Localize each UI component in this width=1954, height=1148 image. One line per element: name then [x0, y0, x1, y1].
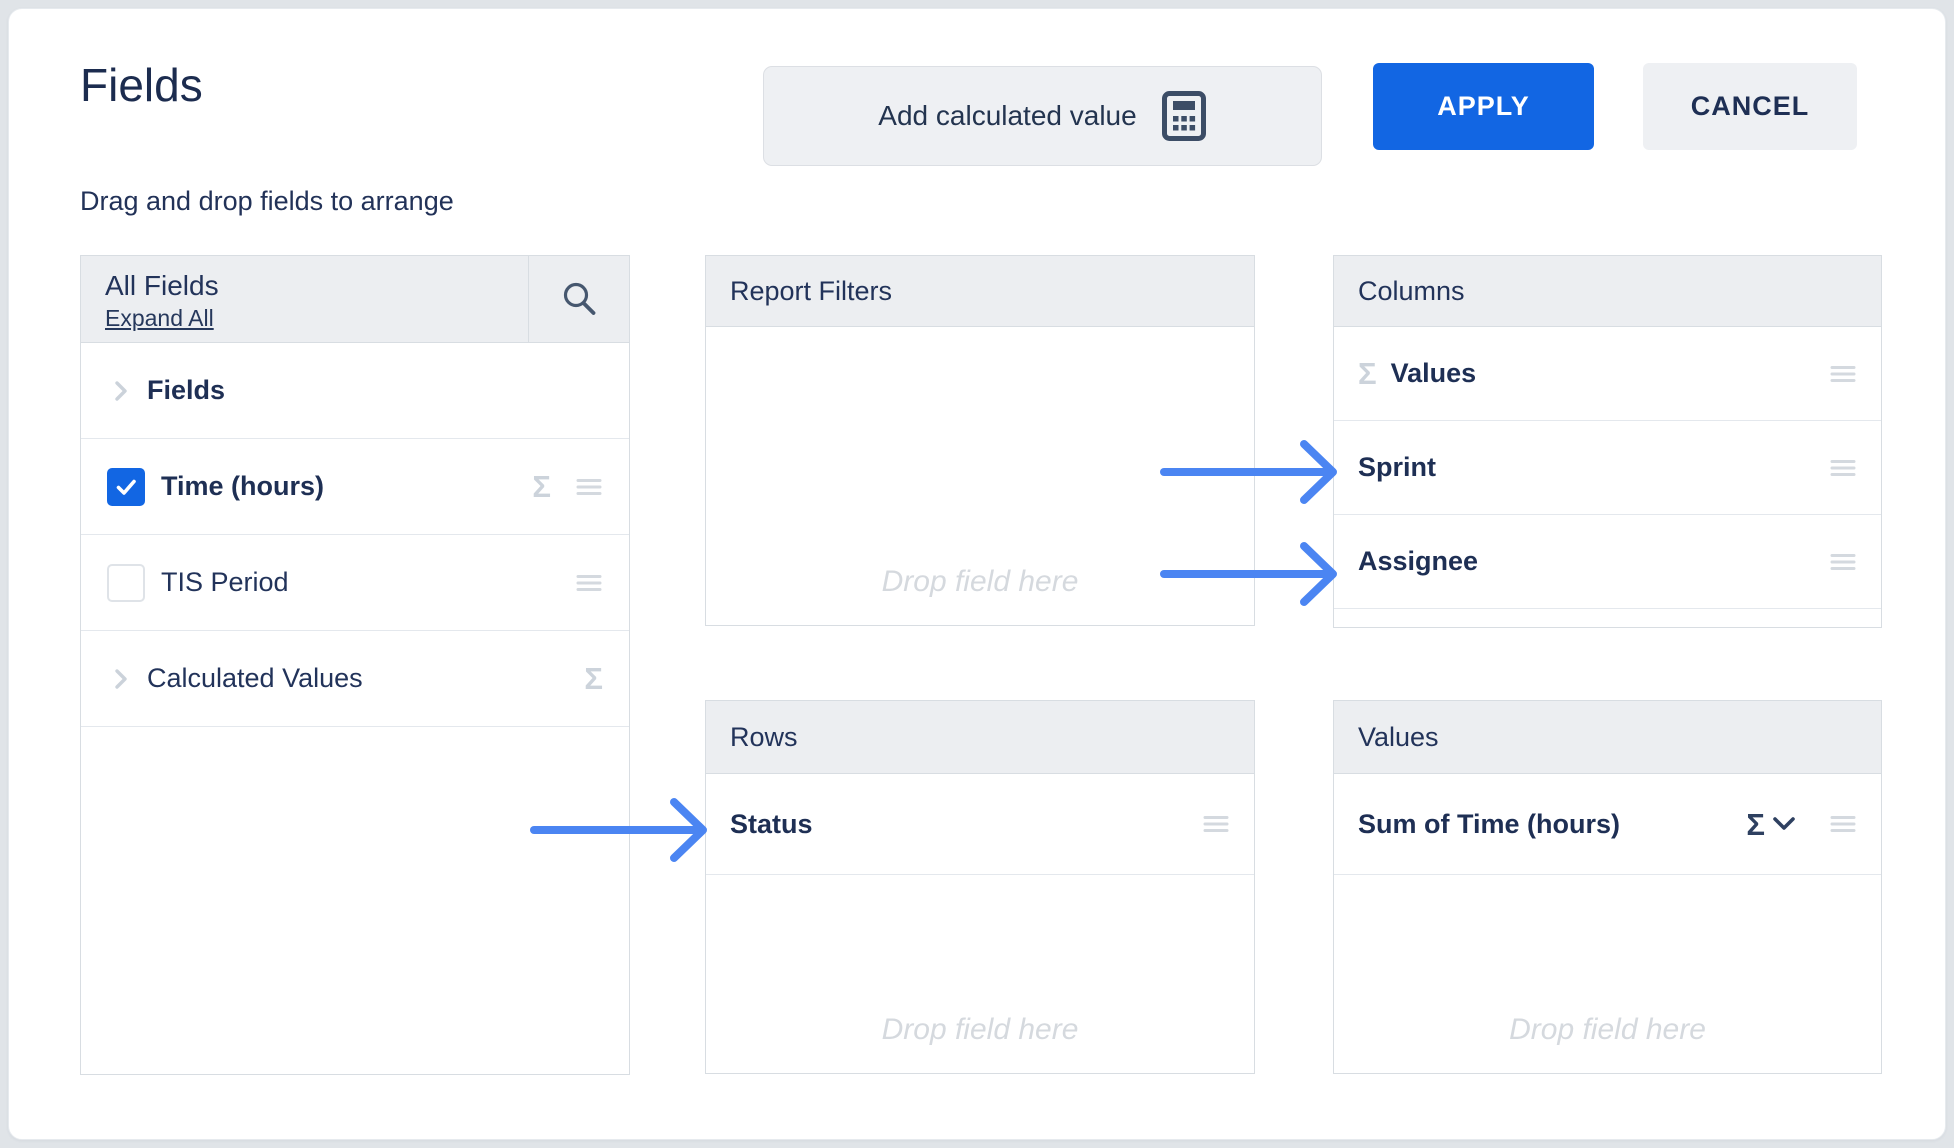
add-calculated-value-button[interactable]: Add calculated value — [763, 66, 1322, 166]
cancel-button[interactable]: CANCEL — [1643, 63, 1857, 150]
all-fields-list: Fields Time (hours) Σ TIS Period — [81, 343, 629, 1074]
drag-handle-icon[interactable] — [1202, 814, 1230, 834]
column-item-assignee[interactable]: Assignee — [1334, 515, 1881, 609]
apply-button[interactable]: APPLY — [1373, 63, 1594, 150]
arrow-to-assignee-icon — [1158, 534, 1338, 614]
sigma-icon[interactable]: Σ — [584, 663, 603, 694]
columns-title: Columns — [1358, 276, 1465, 307]
column-item-label: Sprint — [1358, 452, 1436, 483]
add-calculated-value-label: Add calculated value — [878, 100, 1136, 132]
sigma-icon: Σ — [1358, 358, 1377, 389]
values-panel: Values Sum of Time (hours) Σ Drop field … — [1333, 700, 1882, 1074]
fields-configuration-dialog: Fields Drag and drop fields to arrange A… — [0, 0, 1954, 1148]
drop-field-placeholder: Drop field here — [1334, 1013, 1881, 1047]
arrow-to-status-icon — [528, 790, 708, 870]
drag-handle-icon[interactable] — [1829, 814, 1857, 834]
column-item-sprint[interactable]: Sprint — [1334, 421, 1881, 515]
drag-handle-icon[interactable] — [1829, 458, 1857, 478]
value-item-sum-of-time-hours[interactable]: Sum of Time (hours) Σ — [1334, 774, 1881, 875]
value-item-label: Sum of Time (hours) — [1358, 809, 1620, 840]
page-title: Fields — [80, 58, 203, 112]
field-item-label: TIS Period — [161, 567, 289, 598]
checkbox-checked[interactable] — [107, 468, 145, 506]
columns-header: Columns — [1334, 256, 1881, 327]
check-icon — [113, 474, 139, 500]
rows-panel: Rows Status Drop field here — [705, 700, 1255, 1074]
drag-handle-icon[interactable] — [575, 573, 603, 593]
calculator-icon — [1161, 90, 1207, 142]
rows-header: Rows — [706, 701, 1254, 774]
report-filters-header: Report Filters — [706, 256, 1254, 327]
all-fields-panel: All Fields Expand All Fields — [80, 255, 630, 1075]
expand-all-link[interactable]: Expand All — [105, 303, 214, 333]
column-item-label: Values — [1391, 358, 1477, 389]
values-title: Values — [1358, 722, 1439, 753]
values-drop-zone[interactable]: Sum of Time (hours) Σ Drop field here — [1334, 774, 1881, 1073]
aggregation-menu-button[interactable]: Σ — [1746, 809, 1797, 840]
all-fields-title: All Fields — [105, 269, 528, 303]
page-subtitle: Drag and drop fields to arrange — [80, 186, 454, 217]
sigma-icon[interactable]: Σ — [532, 471, 551, 502]
column-item-label: Assignee — [1358, 546, 1478, 577]
columns-panel: Columns Σ Values Sprint Assignee — [1333, 255, 1882, 628]
all-fields-panel-header: All Fields Expand All — [81, 256, 629, 343]
report-filters-title: Report Filters — [730, 276, 892, 307]
column-item-values[interactable]: Σ Values — [1334, 327, 1881, 421]
tree-item-fields[interactable]: Fields — [81, 343, 629, 439]
search-button[interactable] — [528, 256, 629, 342]
rows-title: Rows — [730, 722, 798, 753]
row-item-label: Status — [730, 809, 813, 840]
drag-handle-icon[interactable] — [1829, 364, 1857, 384]
row-item-status[interactable]: Status — [706, 774, 1254, 875]
arrow-to-sprint-icon — [1158, 432, 1338, 512]
chevron-right-icon[interactable] — [113, 379, 129, 403]
drag-handle-icon[interactable] — [575, 477, 603, 497]
field-item-tis-period[interactable]: TIS Period — [81, 535, 629, 631]
chevron-right-icon[interactable] — [113, 667, 129, 691]
search-icon — [559, 279, 599, 319]
drag-handle-icon[interactable] — [1829, 552, 1857, 572]
tree-item-calculated-values[interactable]: Calculated Values Σ — [81, 631, 629, 727]
field-item-time-hours[interactable]: Time (hours) Σ — [81, 439, 629, 535]
sigma-icon: Σ — [1746, 809, 1765, 840]
checkbox-unchecked[interactable] — [107, 564, 145, 602]
tree-item-label: Fields — [147, 375, 225, 406]
drop-field-placeholder: Drop field here — [706, 1013, 1254, 1047]
field-item-label: Time (hours) — [161, 471, 324, 502]
tree-item-label: Calculated Values — [147, 663, 363, 694]
columns-drop-zone[interactable]: Σ Values Sprint Assignee — [1334, 327, 1881, 627]
rows-drop-zone[interactable]: Status Drop field here — [706, 774, 1254, 1073]
values-header: Values — [1334, 701, 1881, 774]
chevron-down-icon — [1771, 815, 1797, 833]
